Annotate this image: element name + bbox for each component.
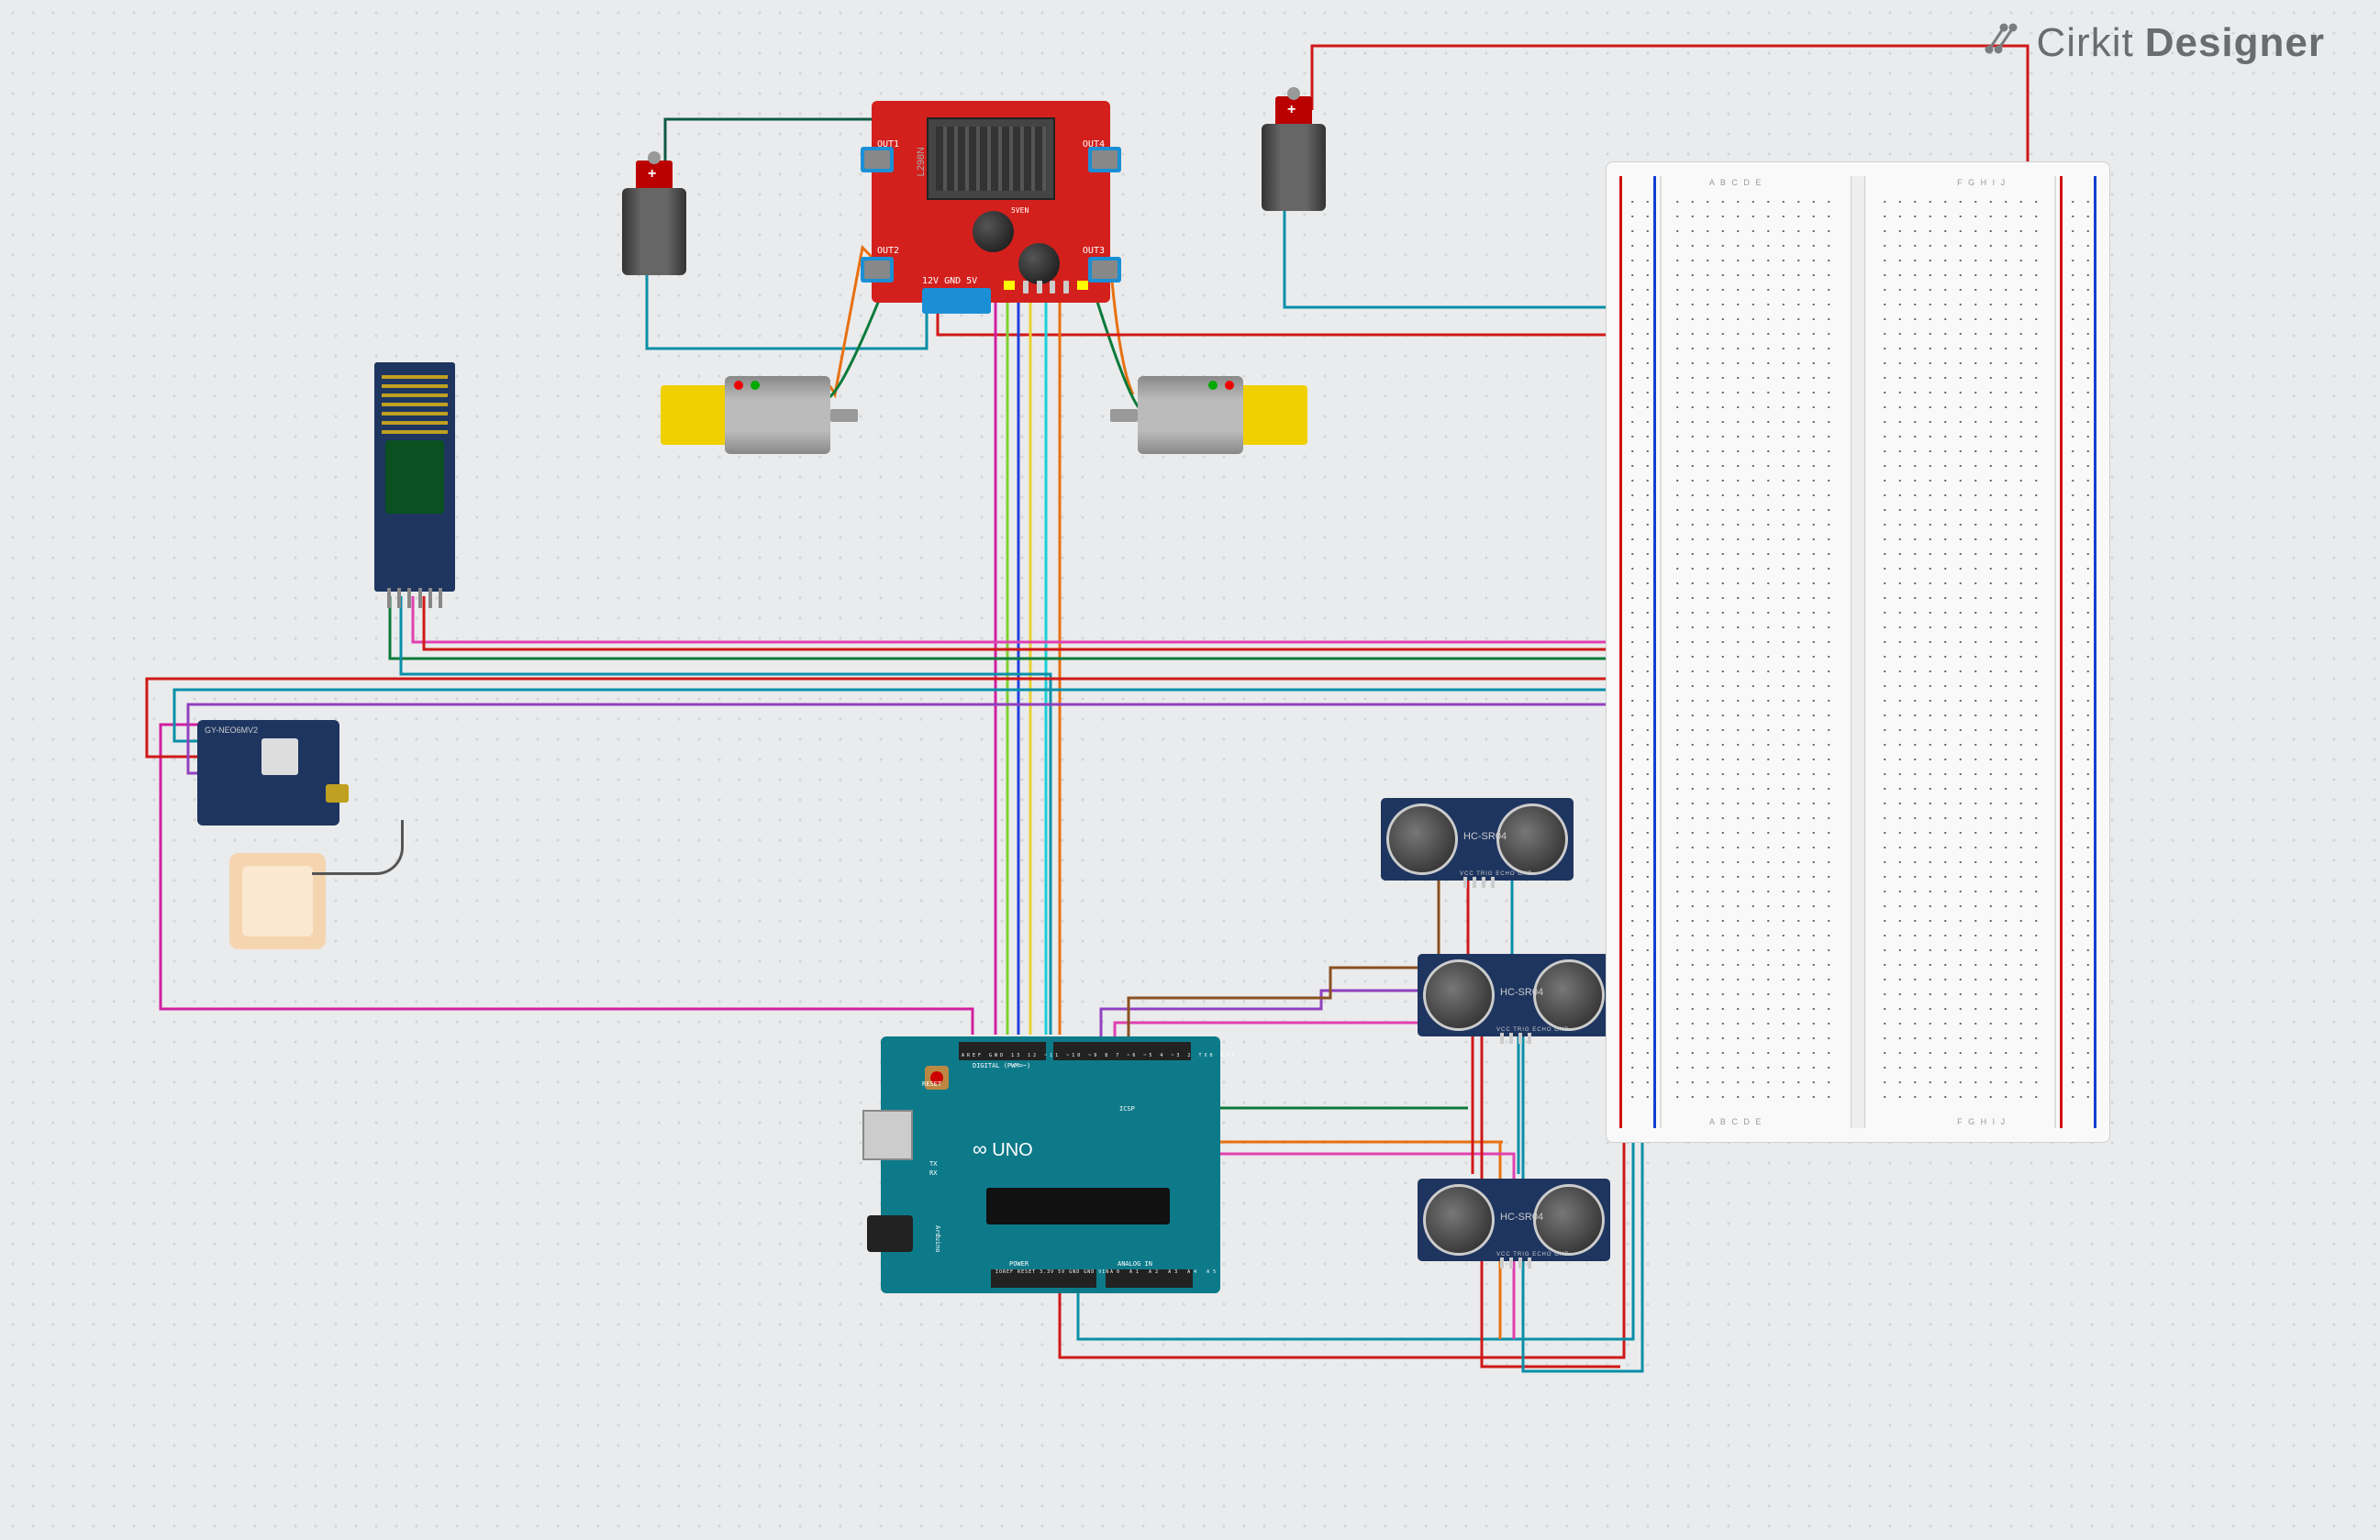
hc06-antenna: [382, 370, 448, 434]
gps-neo6m-module[interactable]: GY-NEO6MV2: [197, 720, 339, 825]
breadboard-power-rail-right[interactable]: [2054, 176, 2100, 1128]
hcsr04-pins[interactable]: [1461, 877, 1497, 888]
l298n-out4-terminal[interactable]: [1088, 147, 1121, 172]
l298n-out3-label: OUT3: [1083, 246, 1105, 256]
plus-icon: +: [648, 166, 656, 183]
hc06-bluetooth-module[interactable]: [374, 362, 455, 592]
arduino-usb-port[interactable]: [862, 1110, 913, 1160]
battery-body: [1262, 124, 1326, 211]
l298n-capacitor: [973, 211, 1014, 252]
motor-terminal-pos[interactable]: [734, 381, 743, 390]
hcsr04-sensor-2[interactable]: HC-SR04 VCC TRIG ECHO GND: [1418, 954, 1610, 1036]
arduino-power-pin-labels: IOREF RESET 3.3V 5V GND GND VIN: [995, 1269, 1109, 1275]
breadboard-power-rail-left[interactable]: [1616, 176, 1662, 1128]
l298n-control-pins[interactable]: [1000, 281, 1092, 294]
arduino-atmega-chip: [986, 1188, 1170, 1224]
hcsr04-pin-labels: VCC TRIG ECHO GND: [1496, 1252, 1570, 1257]
battery-right[interactable]: +: [1262, 96, 1326, 216]
arduino-reset-label: RESET: [922, 1080, 941, 1088]
hcsr04-transducer: [1533, 1184, 1605, 1256]
dc-motor-left[interactable]: [661, 376, 844, 454]
l298n-out1-terminal[interactable]: [861, 147, 894, 172]
hcsr04-sensor-1[interactable]: HC-SR04 VCC TRIG ECHO GND: [1381, 798, 1574, 881]
hcsr04-transducer: [1423, 959, 1495, 1031]
hcsr04-label: HC-SR04: [1500, 987, 1543, 998]
motor-terminal-neg[interactable]: [751, 381, 760, 390]
l298n-motor-driver[interactable]: L298N OUT1 OUT2 OUT3 OUT4 12V GND 5V 5VE…: [872, 101, 1110, 303]
hc06-pins[interactable]: [384, 588, 446, 608]
arduino-analog-pin-labels: A0 A1 A2 A3 A4 A5: [1110, 1269, 1219, 1275]
breadboard-main-area[interactable]: A B C D E F G H I J A B C D E F G H I J: [1665, 176, 2051, 1128]
l298n-power-terminal[interactable]: [922, 288, 991, 314]
arduino-uno[interactable]: ∞ UNO DIGITAL (PWM=~) RESET ICSP TX RX P…: [881, 1036, 1220, 1293]
arduino-digital-pin-labels: AREF GND 13 12 ~11 ~10 ~9 8 7 ~6 ~5 4 ~3…: [962, 1053, 1238, 1058]
hcsr04-label: HC-SR04: [1463, 831, 1507, 842]
l298n-chip-label: L298N: [916, 147, 927, 176]
arduino-digital-section-label: DIGITAL (PWM=~): [973, 1062, 1030, 1069]
hcsr04-transducer: [1423, 1184, 1495, 1256]
l298n-heatsink: [927, 117, 1055, 200]
arduino-analog-section-label: ANALOG IN: [1118, 1260, 1152, 1268]
battery-left[interactable]: +: [622, 161, 686, 280]
gps-sma-connector: [326, 784, 349, 803]
hcsr04-pin-labels: VCC TRIG ECHO GND: [1460, 871, 1533, 877]
hcsr04-transducer: [1496, 803, 1568, 875]
hcsr04-transducer: [1386, 803, 1458, 875]
hcsr04-sensor-3[interactable]: HC-SR04 VCC TRIG ECHO GND: [1418, 1179, 1610, 1261]
dc-motor-right[interactable]: [1124, 376, 1307, 454]
l298n-out3-terminal[interactable]: [1088, 257, 1121, 283]
l298n-out1-label: OUT1: [877, 139, 899, 150]
l298n-pwr-label: 12V GND 5V: [922, 276, 977, 286]
hcsr04-label: HC-SR04: [1500, 1212, 1543, 1223]
gps-chip: [261, 738, 298, 775]
breadboard-center-gutter: [1851, 176, 1866, 1128]
arduino-power-section-label: POWER: [1009, 1260, 1029, 1268]
gps-label: GY-NEO6MV2: [205, 726, 258, 735]
motor-shaft: [830, 409, 858, 422]
motor-terminal-pos[interactable]: [1225, 381, 1234, 390]
motor-shaft: [1110, 409, 1138, 422]
gps-antenna-cable: [312, 820, 404, 875]
logo-sub: Designer: [2145, 20, 2325, 66]
hcsr04-pins[interactable]: [1497, 1257, 1534, 1269]
arduino-tx-label: TX: [929, 1160, 937, 1168]
motor-gearbox: [1243, 385, 1307, 445]
app-logo: Cirkit Designer: [1982, 20, 2326, 66]
battery-body: [622, 188, 686, 275]
l298n-5ven-label: 5VEN: [1011, 206, 1029, 215]
hcsr04-transducer: [1533, 959, 1605, 1031]
l298n-out2-label: OUT2: [877, 246, 899, 256]
plus-icon: +: [1287, 102, 1296, 118]
arduino-name-label: Arduino: [934, 1225, 941, 1253]
l298n-out4-label: OUT4: [1083, 139, 1105, 150]
motor-gearbox: [661, 385, 725, 445]
arduino-logo: ∞ UNO: [973, 1137, 1033, 1161]
arduino-model-label: UNO: [992, 1140, 1032, 1160]
l298n-capacitor: [1018, 243, 1060, 284]
motor-terminal-neg[interactable]: [1208, 381, 1218, 390]
breadboard[interactable]: A B C D E F G H I J A B C D E F G H I J: [1606, 161, 2110, 1143]
arduino-power-jack[interactable]: [867, 1215, 913, 1252]
arduino-icsp-label: ICSP: [1119, 1105, 1135, 1113]
logo-icon: [1982, 20, 2026, 66]
hc06-chip: [385, 440, 444, 514]
hcsr04-pins[interactable]: [1497, 1033, 1534, 1044]
arduino-rx-label: RX: [929, 1169, 937, 1177]
logo-brand: Cirkit: [2037, 20, 2134, 66]
l298n-out2-terminal[interactable]: [861, 257, 894, 283]
hcsr04-pin-labels: VCC TRIG ECHO GND: [1496, 1027, 1570, 1033]
